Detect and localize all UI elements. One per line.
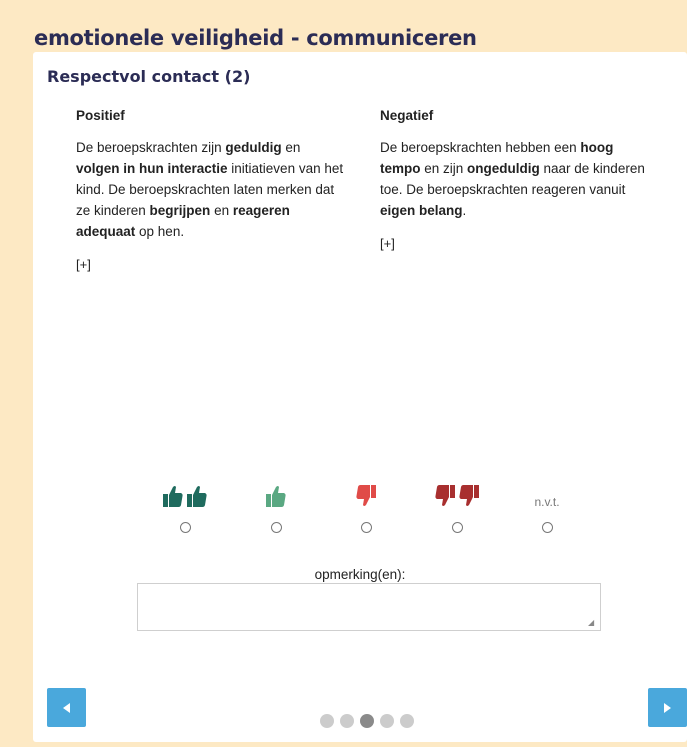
previous-button[interactable] xyxy=(47,688,86,727)
page-title: emotionele veiligheid - communiceren xyxy=(34,26,477,50)
thumb-up-icon xyxy=(187,485,207,512)
thumb-down-icon xyxy=(356,485,376,512)
thumb-up-icon xyxy=(266,485,286,512)
pagination-dot[interactable] xyxy=(380,714,394,728)
negative-column: Negatief De beroepskrachten hebben een h… xyxy=(380,105,650,254)
rating-label-nvt: n.v.t. xyxy=(534,495,560,509)
comment-label: opmerking(en): xyxy=(314,567,406,582)
question-card: Respectvol contact (2) Positief De beroe… xyxy=(33,52,687,742)
rating-option-very-positive xyxy=(155,482,215,533)
rating-radio-very-negative[interactable] xyxy=(451,522,463,533)
card-title: Respectvol contact (2) xyxy=(47,67,251,86)
thumb-down-icon xyxy=(459,485,479,512)
rating-options: n.v.t. xyxy=(33,482,687,552)
rating-icons xyxy=(336,482,396,512)
positive-column: Positief De beroepskrachten zijn geduldi… xyxy=(76,105,346,275)
resize-grip-icon[interactable]: ◢ xyxy=(588,618,594,627)
arrow-left-icon xyxy=(63,702,70,713)
pagination-dot[interactable] xyxy=(400,714,414,728)
rating-radio-positive[interactable] xyxy=(270,522,282,533)
rating-option-negative xyxy=(336,482,396,533)
pagination-dot[interactable] xyxy=(360,714,374,728)
rating-radio-negative[interactable] xyxy=(360,522,372,533)
thumb-down-icon xyxy=(435,485,455,512)
thumb-up-icon xyxy=(163,485,183,512)
positive-expand-link[interactable]: [+] xyxy=(76,254,346,275)
pagination-dot[interactable] xyxy=(340,714,354,728)
pagination-dot[interactable] xyxy=(320,714,334,728)
arrow-right-icon xyxy=(664,702,671,713)
rating-icons xyxy=(427,482,487,512)
rating-icons xyxy=(155,482,215,512)
positive-description: De beroepskrachten zijn geduldig en volg… xyxy=(76,140,344,239)
negative-expand-link[interactable]: [+] xyxy=(380,233,650,254)
rating-option-very-negative xyxy=(427,482,487,533)
negative-heading: Negatief xyxy=(380,108,434,123)
pagination-dots xyxy=(320,714,414,728)
rating-radio-nvt[interactable] xyxy=(541,522,553,533)
rating-option-nvt: n.v.t. xyxy=(517,482,577,533)
rating-radio-very-positive[interactable] xyxy=(179,522,191,533)
next-button[interactable] xyxy=(648,688,687,727)
rating-option-positive xyxy=(246,482,306,533)
negative-description: De beroepskrachten hebben een hoog tempo… xyxy=(380,140,645,218)
positive-heading: Positief xyxy=(76,108,125,123)
rating-icons xyxy=(246,482,306,512)
comment-input[interactable] xyxy=(137,583,601,631)
